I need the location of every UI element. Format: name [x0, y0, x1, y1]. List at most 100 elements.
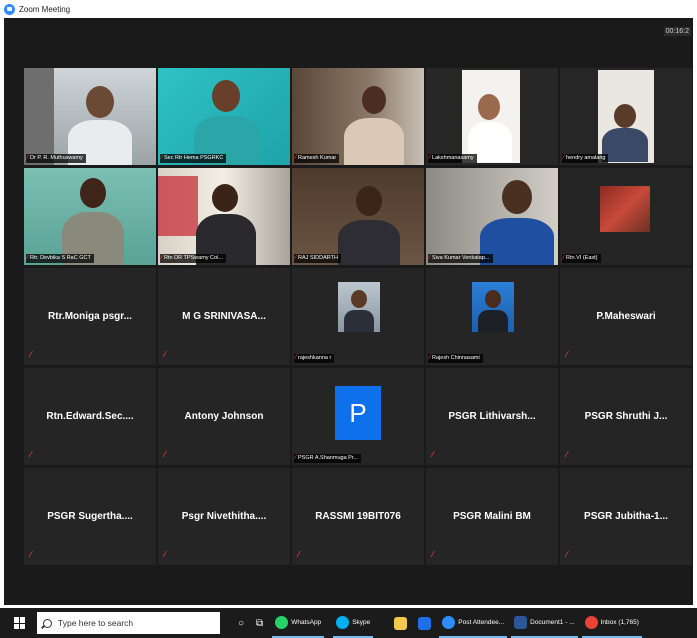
windows-start-icon[interactable] [14, 617, 26, 629]
taskbar-app-whatsapp[interactable]: WhatsApp [272, 608, 325, 638]
participant-label: ⁄ Rtn.VI (East) [562, 254, 601, 263]
participant-tile[interactable]: ⁄ rajeshkanna r [292, 268, 424, 365]
participant-name: Rtr.Moniga psgr... [48, 311, 132, 322]
participant-video [24, 68, 156, 165]
participant-label: ⁄ Rtn DR TPSwamy Col... [160, 254, 226, 263]
participant-tile[interactable]: PSGR Malini BM ⁄ [426, 468, 558, 565]
muted-mic-icon: ⁄ [30, 550, 32, 559]
participant-video [24, 168, 156, 265]
muted-mic-icon: ⁄ [27, 155, 29, 161]
participant-tile[interactable]: ⁄ Siva Kumar Venkatap... [426, 168, 558, 265]
participant-name: RASSMI 19BIT076 [315, 511, 401, 522]
meeting-view: 00:16:2 ⁄ Dr P. R. Muthuswamy ⁄ Sec Rtr He… [4, 18, 693, 605]
participant-label: ⁄ Siva Kumar Venkatap... [428, 254, 493, 263]
participant-tile[interactable]: ⁄ Rajesh Chinnasami [426, 268, 558, 365]
title-bar: Zoom Meeting [0, 0, 697, 18]
muted-mic-icon: ⁄ [563, 255, 565, 261]
whatsapp-icon [275, 615, 289, 629]
participant-tile[interactable]: Antony Johnson ⁄ [158, 368, 290, 465]
muted-mic-icon: ⁄ [432, 550, 434, 559]
taskbar-app-file-explorer[interactable] [391, 608, 413, 638]
muted-mic-icon: ⁄ [563, 155, 565, 161]
avatar-initial: P [335, 386, 381, 440]
search-icon [43, 618, 52, 628]
participant-tile[interactable]: RASSMI 19BIT076 ⁄ [292, 468, 424, 565]
taskbar-app-chrome[interactable]: Inbox (1,765) [581, 608, 642, 638]
task-view-icon[interactable]: ⧉ [256, 618, 263, 629]
participant-tile[interactable]: ⁄ hendry amalang [560, 68, 692, 165]
participant-label: ⁄ Rajesh Chinnasami [428, 354, 483, 363]
muted-mic-icon: ⁄ [566, 450, 568, 459]
muted-mic-icon: ⁄ [30, 350, 32, 359]
chrome-icon [584, 615, 598, 629]
gallery-grid: ⁄ Dr P. R. Muthuswamy ⁄ Sec Rtr Hema PSGRK… [24, 68, 694, 585]
participant-tile[interactable]: Psgr Nivethitha.... ⁄ [158, 468, 290, 565]
taskbar-app-skype[interactable]: Skype [333, 608, 374, 638]
participant-tile[interactable]: Rtn.Edward.Sec.... ⁄ [24, 368, 156, 465]
participant-video [426, 68, 558, 165]
participant-tile[interactable]: PSGR Jubitha-1... ⁄ [560, 468, 692, 565]
edge-icon [442, 615, 456, 629]
word-icon [514, 615, 528, 629]
taskbar-app-photoshop[interactable] [415, 608, 437, 638]
participant-tile[interactable]: ⁄ RAJ SIDDARTH [292, 168, 424, 265]
muted-mic-icon: ⁄ [295, 455, 297, 461]
participant-video [426, 168, 558, 265]
search-placeholder: Type here to search [58, 618, 134, 628]
participant-tile[interactable]: ⁄ Rtr. Devbika S RaC GCT [24, 168, 156, 265]
profile-photo [338, 282, 380, 332]
zoom-logo-icon [4, 3, 15, 15]
participant-video [560, 168, 692, 265]
participant-tile[interactable]: PSGR Shruthi J... ⁄ [560, 368, 692, 465]
participant-tile[interactable]: PSGR Sugertha.... ⁄ [24, 468, 156, 565]
participant-label: ⁄ Lakshmanasamy [428, 154, 477, 163]
participant-tile[interactable]: ⁄ Dr P. R. Muthuswamy [24, 68, 156, 165]
participant-name: Rtn.Edward.Sec.... [46, 411, 134, 422]
participant-tile[interactable]: M G SRINIVASA... ⁄ [158, 268, 290, 365]
muted-mic-icon: ⁄ [164, 550, 166, 559]
participant-tile[interactable]: ⁄ Rtn DR TPSwamy Col... [158, 168, 290, 265]
muted-mic-icon: ⁄ [161, 255, 163, 261]
participant-name: Antony Johnson [184, 411, 264, 422]
participant-tile[interactable]: PSGR Lithivarsh... ⁄ [426, 368, 558, 465]
participant-label: ⁄ Ramesh Kumar [294, 154, 340, 163]
muted-mic-icon: ⁄ [164, 450, 166, 459]
skype-icon [336, 615, 350, 629]
participant-video [292, 168, 424, 265]
taskbar-app-word[interactable]: Document1 - ... [511, 608, 578, 638]
meeting-timer: 00:16:2 [663, 27, 691, 36]
muted-mic-icon: ⁄ [429, 255, 431, 261]
participant-label: ⁄ PSGR A.Shanmuga Pr... [294, 454, 361, 463]
taskbar-app-edge[interactable]: Post Attendee... [439, 608, 508, 638]
participant-label: ⁄ Sec Rtr Hema PSGRKC [160, 154, 227, 163]
participant-name: PSGR Shruthi J... [584, 411, 668, 422]
participant-label: ⁄ rajeshkanna r [294, 354, 335, 363]
muted-mic-icon: ⁄ [161, 155, 163, 161]
photoshop-icon [418, 616, 432, 630]
participant-label: ⁄ Dr P. R. Muthuswamy [26, 154, 86, 163]
participant-video [158, 168, 290, 265]
participant-tile[interactable]: ⁄ Ramesh Kumar [292, 68, 424, 165]
participant-name: PSGR Malini BM [453, 511, 531, 522]
participant-tile[interactable]: ⁄ Rtn.VI (East) [560, 168, 692, 265]
muted-mic-icon: ⁄ [298, 550, 300, 559]
cortana-icon[interactable]: ○ [238, 618, 244, 629]
window-title: Zoom Meeting [19, 4, 71, 14]
taskbar-search-box[interactable]: Type here to search [37, 612, 220, 634]
muted-mic-icon: ⁄ [30, 450, 32, 459]
participant-tile[interactable]: P.Maheswari ⁄ [560, 268, 692, 365]
folder-icon [394, 616, 408, 630]
profile-photo [472, 282, 514, 332]
muted-mic-icon: ⁄ [432, 450, 434, 459]
participant-tile[interactable]: Rtr.Moniga psgr... ⁄ [24, 268, 156, 365]
participant-label: ⁄ Rtr. Devbika S RaC GCT [26, 254, 94, 263]
muted-mic-icon: ⁄ [429, 355, 431, 361]
muted-mic-icon: ⁄ [295, 355, 297, 361]
participant-tile[interactable]: ⁄ Lakshmanasamy [426, 68, 558, 165]
participant-name: M G SRINIVASA... [182, 311, 266, 322]
zoom-window: Zoom Meeting 00:16:2 ⁄ Dr P. R. Muthuswam… [0, 0, 697, 638]
muted-mic-icon: ⁄ [429, 155, 431, 161]
participant-tile[interactable]: P ⁄ PSGR A.Shanmuga Pr... [292, 368, 424, 465]
participant-tile[interactable]: ⁄ Sec Rtr Hema PSGRKC [158, 68, 290, 165]
participant-name: P.Maheswari [596, 311, 656, 322]
